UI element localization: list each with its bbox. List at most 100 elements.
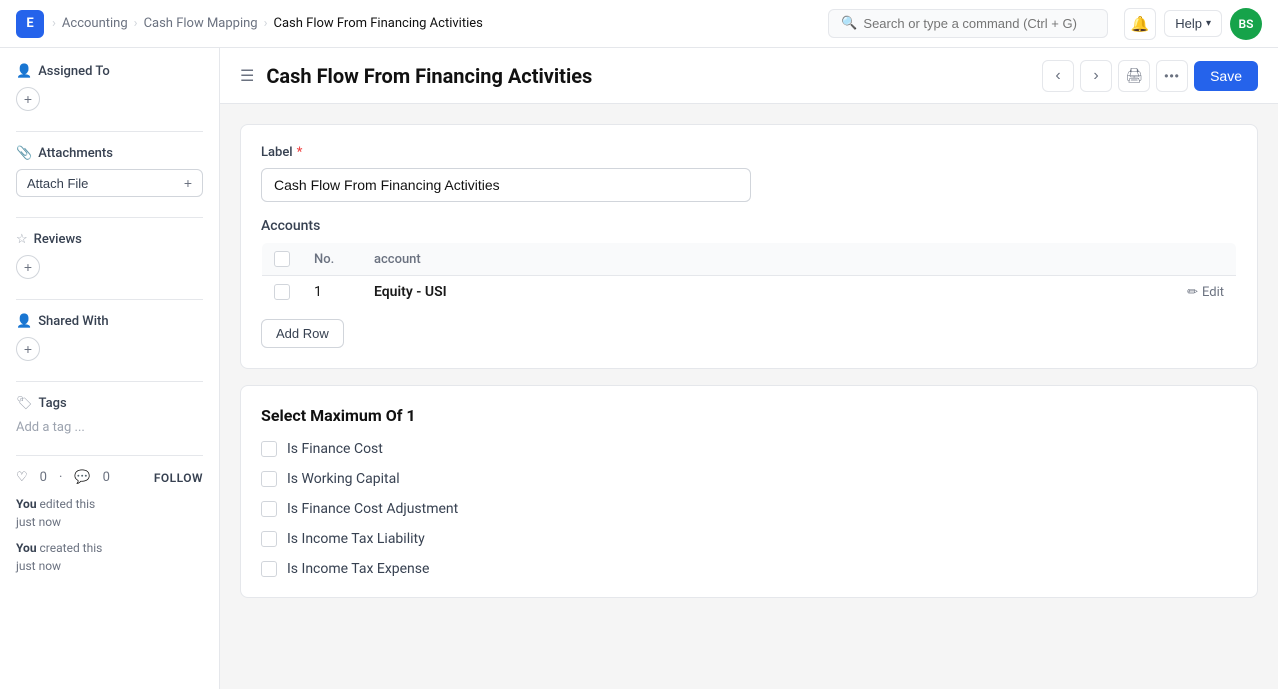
attachments-label: Attachments bbox=[38, 146, 113, 161]
activity-1: You edited thisjust now bbox=[16, 495, 203, 531]
breadcrumb-sep-2: › bbox=[264, 16, 268, 31]
label-field-label: Label * bbox=[261, 145, 1237, 160]
edit-label: Edit bbox=[1202, 285, 1224, 300]
checkbox-item-income-tax-liability[interactable]: Is Income Tax Liability bbox=[261, 531, 1237, 547]
print-button[interactable]: 🖨 bbox=[1118, 60, 1150, 92]
select-all-checkbox[interactable] bbox=[274, 251, 290, 267]
table-header-account: account bbox=[362, 243, 1237, 276]
content-area: Label * Accounts No. account bbox=[220, 104, 1278, 618]
next-button[interactable]: › bbox=[1080, 60, 1112, 92]
checkbox-item-income-tax-expense[interactable]: Is Income Tax Expense bbox=[261, 561, 1237, 577]
income-tax-liability-checkbox[interactable] bbox=[261, 531, 277, 547]
more-icon: ••• bbox=[1164, 69, 1180, 83]
breadcrumb-sep-0: › bbox=[52, 16, 56, 31]
label-accounts-card: Label * Accounts No. account bbox=[240, 124, 1258, 369]
prev-button[interactable]: ‹ bbox=[1042, 60, 1074, 92]
working-capital-checkbox[interactable] bbox=[261, 471, 277, 487]
shared-with-section: 👤 Shared With + bbox=[16, 314, 203, 361]
stats-row: ♡ 0 · 💬 0 FOLLOW bbox=[16, 470, 203, 485]
page-header: ☰ Cash Flow From Financing Activities ‹ … bbox=[220, 48, 1278, 104]
add-review-button[interactable]: + bbox=[16, 255, 40, 279]
help-button[interactable]: Help ▾ bbox=[1164, 10, 1222, 37]
menu-icon[interactable]: ☰ bbox=[240, 66, 254, 85]
reviews-label: Reviews bbox=[34, 232, 82, 247]
shared-with-header: 👤 Shared With bbox=[16, 314, 203, 329]
sidebar: 👤 Assigned To + 📎 Attachments Attach Fil… bbox=[0, 48, 220, 689]
search-input[interactable] bbox=[863, 16, 1095, 31]
account-name: Equity - USI bbox=[374, 284, 447, 300]
finance-cost-checkbox[interactable] bbox=[261, 441, 277, 457]
checkbox-item-finance-cost[interactable]: Is Finance Cost bbox=[261, 441, 1237, 457]
notifications-button[interactable]: 🔔 bbox=[1124, 8, 1156, 40]
breadcrumb-accounting[interactable]: Accounting bbox=[62, 16, 128, 31]
shared-with-label: Shared With bbox=[38, 314, 108, 329]
finance-cost-label: Is Finance Cost bbox=[287, 441, 383, 457]
tags-header: 🏷 Tags bbox=[16, 396, 203, 411]
add-shared-button[interactable]: + bbox=[16, 337, 40, 361]
required-indicator: * bbox=[297, 145, 303, 160]
reviews-section: ☆ Reviews + bbox=[16, 232, 203, 279]
income-tax-expense-checkbox[interactable] bbox=[261, 561, 277, 577]
star-icon: ☆ bbox=[16, 232, 28, 247]
attach-file-button[interactable]: Attach File + bbox=[16, 169, 203, 197]
assigned-to-section: 👤 Assigned To + bbox=[16, 64, 203, 111]
breadcrumb-cash-flow-mapping[interactable]: Cash Flow Mapping bbox=[144, 16, 258, 31]
attach-file-label: Attach File bbox=[27, 176, 88, 191]
checkbox-item-working-capital[interactable]: Is Working Capital bbox=[261, 471, 1237, 487]
table-header-no: No. bbox=[302, 243, 362, 276]
print-icon: 🖨 bbox=[1125, 67, 1143, 84]
tags-label: Tags bbox=[39, 396, 67, 411]
comments-count: 0 bbox=[103, 470, 110, 485]
edit-button[interactable]: ✏ Edit bbox=[1187, 285, 1224, 300]
table-row: 1 Equity - USI ✏ Edit bbox=[262, 276, 1237, 309]
attachments-header: 📎 Attachments bbox=[16, 146, 203, 161]
header-actions: ‹ › 🖨 ••• Save bbox=[1042, 60, 1258, 92]
chevron-left-icon: ‹ bbox=[1055, 67, 1060, 85]
tag-placeholder[interactable]: Add a tag ... bbox=[16, 420, 85, 435]
finance-cost-adj-checkbox[interactable] bbox=[261, 501, 277, 517]
breadcrumb-current: Cash Flow From Financing Activities bbox=[274, 16, 483, 31]
heart-icon: ♡ bbox=[16, 470, 28, 485]
search-bar[interactable]: 🔍 bbox=[828, 9, 1108, 38]
tags-section: 🏷 Tags Add a tag ... bbox=[16, 396, 203, 435]
topnav-actions: 🔔 Help ▾ BS bbox=[1124, 8, 1262, 40]
finance-cost-adj-label: Is Finance Cost Adjustment bbox=[287, 501, 458, 517]
comment-icon: 💬 bbox=[74, 470, 90, 485]
row-account: Equity - USI ✏ Edit bbox=[362, 276, 1237, 309]
row-checkbox[interactable] bbox=[274, 284, 290, 300]
search-icon: 🔍 bbox=[841, 16, 857, 31]
tag-icon: 🏷 bbox=[16, 396, 33, 411]
checkbox-item-finance-cost-adj[interactable]: Is Finance Cost Adjustment bbox=[261, 501, 1237, 517]
more-button[interactable]: ••• bbox=[1156, 60, 1188, 92]
working-capital-label: Is Working Capital bbox=[287, 471, 400, 487]
income-tax-expense-label: Is Income Tax Expense bbox=[287, 561, 429, 577]
add-assigned-button[interactable]: + bbox=[16, 87, 40, 111]
checkbox-list: Is Finance Cost Is Working Capital Is Fi… bbox=[261, 441, 1237, 577]
breadcrumb: › Accounting › Cash Flow Mapping › Cash … bbox=[52, 16, 483, 31]
breadcrumb-sep-1: › bbox=[134, 16, 138, 31]
edit-icon: ✏ bbox=[1187, 285, 1198, 300]
select-max-title: Select Maximum Of 1 bbox=[261, 406, 1237, 425]
save-button[interactable]: Save bbox=[1194, 61, 1258, 91]
dot-separator: · bbox=[59, 470, 62, 485]
page-layout: 👤 Assigned To + 📎 Attachments Attach Fil… bbox=[0, 48, 1278, 689]
add-row-button[interactable]: Add Row bbox=[261, 319, 344, 348]
user-icon: 👤 bbox=[16, 64, 32, 79]
bell-icon: 🔔 bbox=[1131, 15, 1150, 33]
app-logo[interactable]: E bbox=[16, 10, 44, 38]
row-no: 1 bbox=[302, 276, 362, 309]
attach-file-plus-icon: + bbox=[184, 175, 192, 191]
shared-icon: 👤 bbox=[16, 314, 32, 329]
label-input[interactable] bbox=[261, 168, 751, 202]
accounts-table: No. account 1 Equity - USI bbox=[261, 242, 1237, 309]
activity-2: You created thisjust now bbox=[16, 539, 203, 575]
likes-count: 0 bbox=[40, 470, 47, 485]
chevron-right-icon: › bbox=[1093, 67, 1098, 85]
assigned-to-label: Assigned To bbox=[38, 64, 110, 79]
assigned-to-header: 👤 Assigned To bbox=[16, 64, 203, 79]
label-text: Label bbox=[261, 145, 293, 160]
avatar[interactable]: BS bbox=[1230, 8, 1262, 40]
attachments-section: 📎 Attachments Attach File + bbox=[16, 146, 203, 197]
table-header-checkbox bbox=[262, 243, 303, 276]
follow-button[interactable]: FOLLOW bbox=[154, 471, 203, 485]
